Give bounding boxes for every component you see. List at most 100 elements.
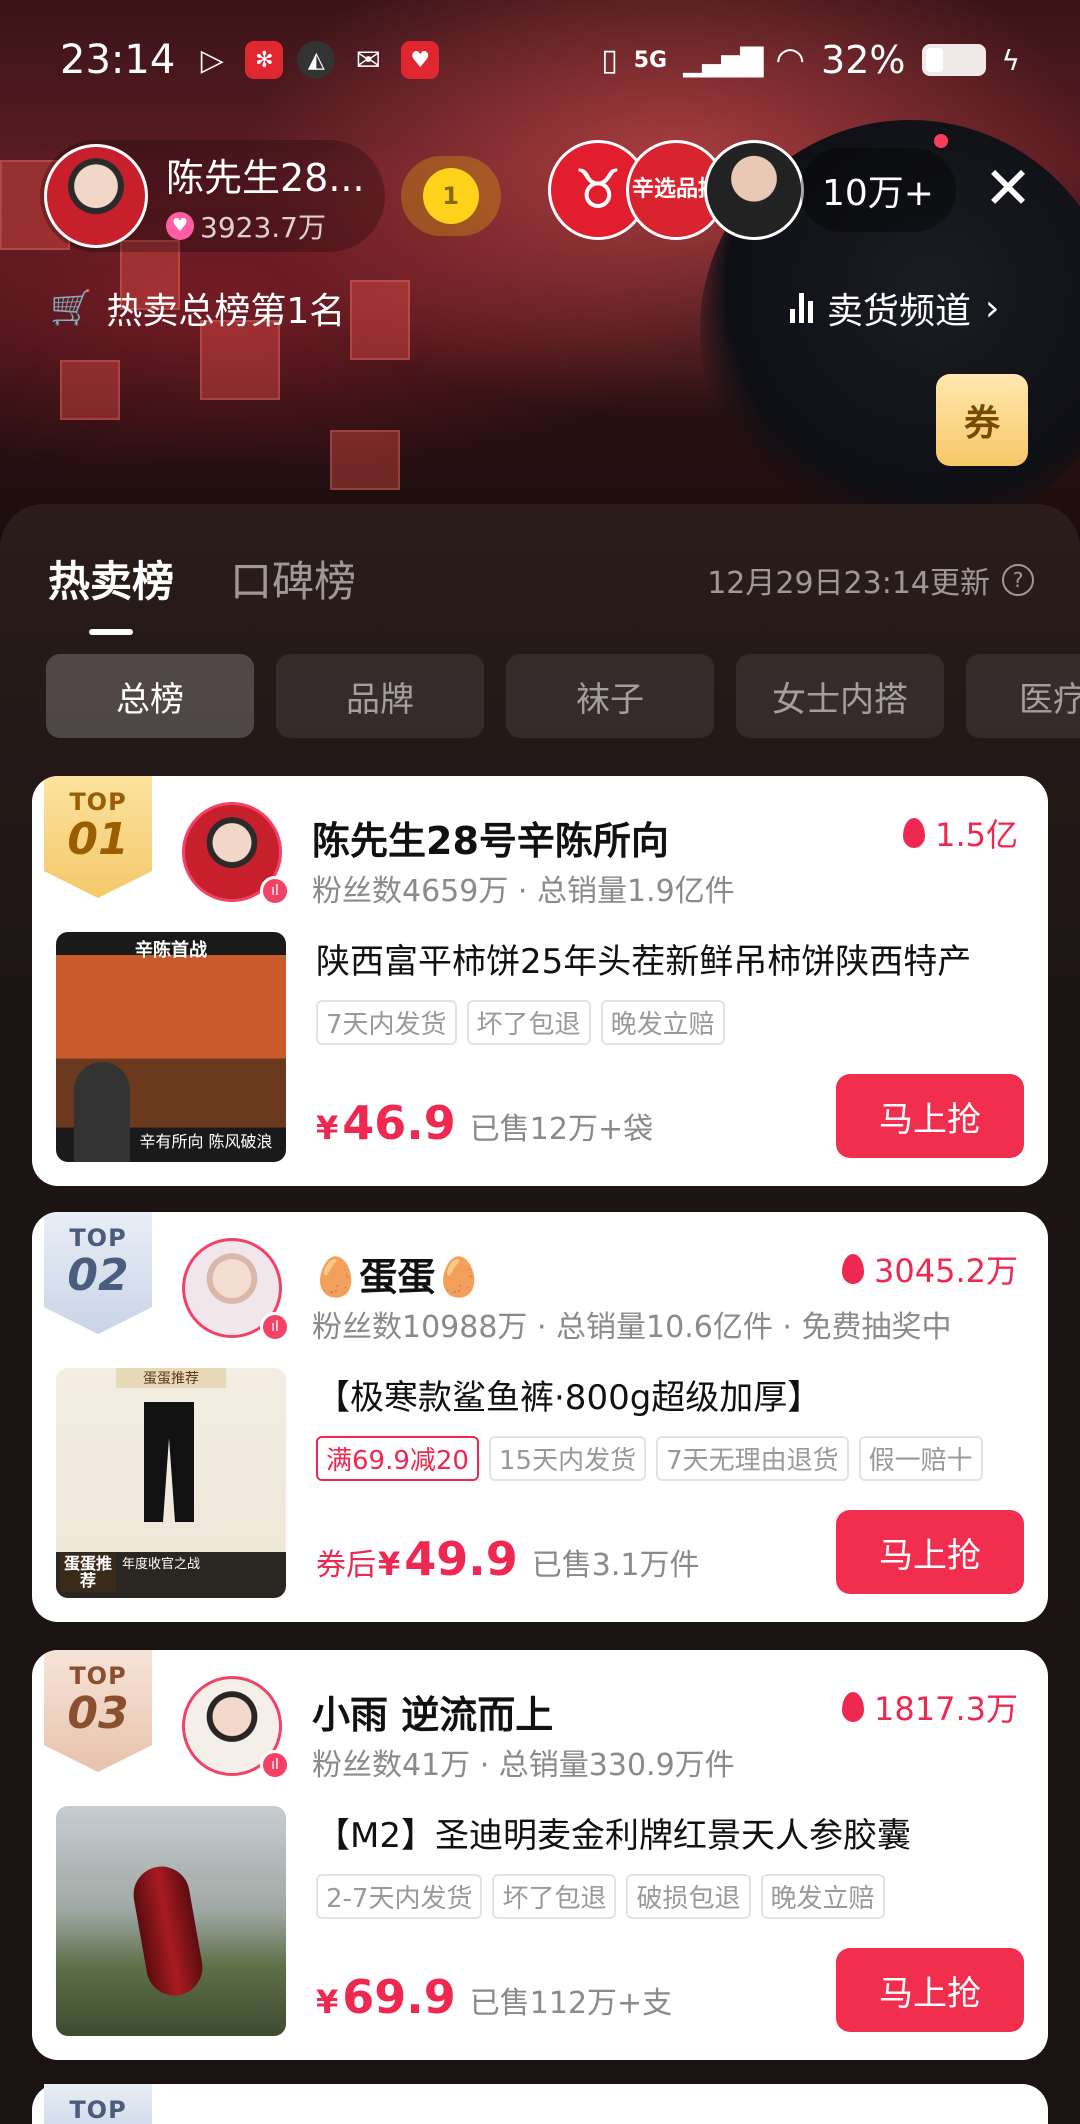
heat-value: 1.5亿 <box>903 810 1018 856</box>
hot-rank-tag[interactable]: 🛒 热卖总榜第1名 <box>50 282 345 334</box>
wifi-icon: ◠ <box>775 40 806 80</box>
battery-percent: 32% <box>821 38 906 82</box>
tab-reputation[interactable]: 口碑榜 <box>230 548 356 609</box>
live-indicator-icon: ıl <box>260 876 290 906</box>
rank-badge: TOP 02 <box>44 1212 152 1334</box>
product-image[interactable]: 辛陈首战 辛有所向 陈风破浪 <box>56 932 286 1162</box>
anchor-stats: 粉丝数4659万 · 总销量1.9亿件 <box>312 874 735 909</box>
rank-number: 03 <box>67 1688 129 1739</box>
product-image[interactable] <box>56 1806 286 2036</box>
service-tag: 15天内发货 <box>488 1436 647 1481</box>
product-image[interactable]: 蛋蛋推荐 蛋蛋推荐 年度收官之战 <box>56 1368 286 1598</box>
price-row: ¥ 69.9 已售112万+支 <box>316 1970 672 2024</box>
chip-medical[interactable]: 医疗保 <box>966 654 1080 738</box>
product-image-caption: 年度收官之战 <box>122 1557 201 1572</box>
rank-badge: TOP 01 <box>44 776 152 898</box>
product-image-badge: 蛋蛋推荐 <box>60 1552 116 1592</box>
close-button[interactable]: ✕ <box>980 159 1036 217</box>
buy-now-button[interactable]: 马上抢 <box>836 1510 1024 1594</box>
rank-badge: TOP 03 <box>44 1650 152 1772</box>
category-chips: 总榜 品牌 袜子 女士内搭 医疗保 <box>46 654 1080 738</box>
service-tags: 2-7天内发货 坏了包退 破损包退 晚发立赔 <box>316 1874 1036 1919</box>
chip-socks[interactable]: 袜子 <box>506 654 714 738</box>
anchor-stats: 粉丝数10988万 · 总销量10.6亿件 · 免费抽奖中 <box>312 1310 952 1345</box>
fire-icon <box>842 1254 865 1284</box>
host-figure <box>74 1062 130 1162</box>
fire-icon <box>842 1692 865 1722</box>
fan-club-button[interactable]: 1 <box>400 156 501 236</box>
rank-number: 01 <box>67 814 129 865</box>
top-viewers[interactable]: ♉ 辛选品控 <box>548 140 804 240</box>
host-fans: ♥ 3923.7万 <box>166 206 365 246</box>
sales-channel-link[interactable]: 卖货频道 › <box>790 282 999 334</box>
chip-all[interactable]: 总榜 <box>46 654 254 738</box>
tab-hot-sales[interactable]: 热卖榜 <box>48 548 174 609</box>
window-light <box>330 430 400 490</box>
status-time: 23:14 <box>60 37 176 83</box>
chip-brand[interactable]: 品牌 <box>276 654 484 738</box>
price: 69.9 <box>342 1970 456 2024</box>
service-tags: 7天内发货 坏了包退 晚发立赔 <box>316 1000 1036 1045</box>
help-icon[interactable]: ? <box>1002 564 1034 596</box>
rank-top-label: TOP <box>69 2096 127 2124</box>
price-row: ¥ 46.9 已售12万+袋 <box>316 1096 653 1150</box>
buy-now-button[interactable]: 马上抢 <box>836 1074 1024 1158</box>
service-tag: 晚发立赔 <box>760 1874 885 1919</box>
currency-symbol: ¥ <box>316 1109 339 1147</box>
signal-icon: ▁▃▅▇ <box>683 42 763 78</box>
coupon-button[interactable]: 券 <box>936 374 1028 466</box>
window-light <box>60 360 120 420</box>
viewer-count[interactable]: 10万+ <box>800 148 956 232</box>
product-title[interactable]: 【极寒款鲨鱼裤·800g超级加厚】 <box>316 1370 1036 1419</box>
service-tag: 7天内发货 <box>316 1000 457 1045</box>
host-name: 陈先生28... <box>166 155 365 200</box>
price: 49.9 <box>404 1532 518 1586</box>
rank-card[interactable]: TOP 01 ıl 陈先生28号辛陈所向 粉丝数4659万 · 总销量1.9亿件… <box>32 776 1048 1186</box>
rank-card[interactable]: TOP 03 ıl 小雨 逆流而上 粉丝数41万 · 总销量330.9万件 18… <box>32 1650 1048 2060</box>
chip-women-innerwear[interactable]: 女士内搭 <box>736 654 944 738</box>
rank-card[interactable]: TOP 02 ıl 🥚蛋蛋🥚 粉丝数10988万 · 总销量10.6亿件 · 免… <box>32 1212 1048 1622</box>
network-type: 5G <box>633 47 668 73</box>
charging-icon: ϟ <box>1001 43 1020 77</box>
viewer-avatar[interactable] <box>704 140 804 240</box>
rank-card-partial[interactable]: TOP <box>32 2084 1048 2124</box>
host-info: 陈先生28... ♥ 3923.7万 <box>166 147 365 246</box>
service-tag: 破损包退 <box>626 1874 751 1919</box>
anchor-name[interactable]: 🥚蛋蛋🥚 <box>312 1246 483 1301</box>
window-light <box>350 280 410 360</box>
product-title[interactable]: 陕西富平柿饼25年头茬新鲜吊柿饼陕西特产 <box>316 934 1036 983</box>
service-tag: 假一赔十 <box>858 1436 983 1481</box>
fan-club-heart-icon: 1 <box>422 168 479 224</box>
host-bar: 陈先生28... ♥ 3923.7万 1 <box>40 140 501 252</box>
fire-icon <box>903 818 926 848</box>
rank-top-label: TOP <box>69 1224 127 1252</box>
app-notification-icon: ✻ <box>245 41 284 79</box>
capsule-image <box>129 1862 207 2000</box>
heart-icon: ♥ <box>166 211 194 240</box>
host-avatar[interactable] <box>44 144 148 248</box>
price-prefix: 券后 <box>316 1548 376 1583</box>
notification-icons: ▷ ✻ ◭ ✉ ♥ <box>193 41 440 79</box>
notification-dot <box>934 134 948 148</box>
wechat-icon: ✉ <box>355 42 381 78</box>
heat-text: 1.5亿 <box>935 816 1018 854</box>
ranking-tabs: 热卖榜 口碑榜 <box>48 548 356 609</box>
service-tag: 坏了包退 <box>492 1874 617 1919</box>
buy-now-button[interactable]: 马上抢 <box>836 1948 1024 2032</box>
price: 46.9 <box>342 1096 456 1150</box>
cart-icon: 🛒 <box>50 288 93 328</box>
product-title[interactable]: 【M2】圣迪明麦金利牌红景天人参胶囊 <box>316 1808 1036 1857</box>
host-profile[interactable]: 陈先生28... ♥ 3923.7万 <box>40 140 385 252</box>
heat-value: 1817.3万 <box>842 1684 1018 1730</box>
sold-count: 已售112万+支 <box>469 1986 673 2021</box>
product-image-caption: 蛋蛋推荐 <box>116 1368 226 1388</box>
currency-symbol: ¥ <box>378 1545 401 1583</box>
rank-number: 02 <box>67 1250 129 1301</box>
sold-count: 已售12万+袋 <box>469 1112 654 1147</box>
heat-text: 3045.2万 <box>874 1252 1018 1290</box>
rank-top-label: TOP <box>69 788 127 816</box>
service-tag: 晚发立赔 <box>600 1000 725 1045</box>
anchor-name[interactable]: 陈先生28号辛陈所向 <box>312 810 669 865</box>
anchor-name[interactable]: 小雨 逆流而上 <box>312 1684 553 1739</box>
product-image-caption: 辛有所向 陈风破浪 <box>139 1132 273 1151</box>
